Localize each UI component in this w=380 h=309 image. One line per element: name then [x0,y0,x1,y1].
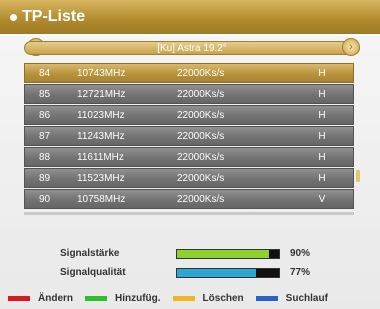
satellite-selector[interactable]: [Ku] Astra 19.2° [24,41,360,55]
legend-item[interactable]: Suchlauf [255,292,328,304]
green-key-icon [85,295,107,301]
transponder-frequency: 11611MHz [77,151,124,163]
page-title: TP-Liste [22,8,86,25]
transponder-frequency: 12721MHz [77,88,126,100]
transponder-symbol-rate: 22000Ks/s [177,151,225,163]
transponder-polarization: H [318,109,326,121]
transponder-polarization: H [318,88,326,100]
transponder-polarization: V [318,193,326,205]
legend-item[interactable]: Ändern [8,293,73,304]
satellite-name: [Ku] Astra 19.2° [157,42,227,54]
signal-quality-bar [176,268,280,278]
transponder-polarization: H [318,172,326,184]
transponder-polarization: H [318,151,326,163]
legend-label: Ändern [38,292,73,304]
legend-label: Suchlauf [285,292,328,304]
transponder-symbol-rate: 22000Ks/s [177,130,225,142]
transponder-number: 90 [39,193,51,205]
transponder-symbol-rate: 22000Ks/s [177,88,225,100]
transponder-row[interactable]: 88 11611MHz 22000Ks/s H [24,147,354,167]
transponder-number: 87 [39,130,51,142]
signal-strength-fill [177,250,269,258]
transponder-symbol-rate: 22000Ks/s [177,67,225,79]
transponder-row[interactable]: 90 10758MHz 22000Ks/s V [24,189,354,209]
yellow-key-icon [172,295,195,301]
transponder-row[interactable]: 84 10743MHz 22000Ks/s H [24,63,354,83]
transponder-frequency: 11243MHz [77,130,125,142]
legend-label: Löschen [202,292,244,304]
signal-quality-label: Signalqualität [60,267,126,278]
blue-key-icon [255,295,278,301]
legend-item[interactable]: Löschen [172,292,244,304]
signal-strength-value: 90% [290,248,311,259]
transponder-number: 85 [39,88,51,100]
scrollbar-thumb[interactable] [356,170,360,182]
transponder-row[interactable]: 86 11023MHz 22000Ks/s H [24,105,354,125]
transponder-number: 84 [39,67,51,79]
transponder-row[interactable]: 85 12721MHz 22000Ks/s H [24,84,354,104]
transponder-row[interactable]: 87 11243MHz 22000Ks/s H [24,126,354,146]
transponder-symbol-rate: 22000Ks/s [177,172,225,184]
transponder-number: 86 [39,109,51,121]
transponder-frequency: 11523MHz [77,172,125,184]
transponder-number: 89 [39,172,51,184]
legend-label: Hinzufüg. [115,292,161,304]
list-divider [24,212,354,215]
title-bullet-icon [10,13,17,21]
red-key-icon [8,295,30,301]
legend-item[interactable]: Hinzufüg. [85,293,161,304]
signal-quality-value: 77% [290,267,311,278]
signal-strength-bar [176,249,280,259]
transponder-number: 88 [39,151,51,163]
transponder-frequency: 11023MHz [77,109,125,121]
signal-quality-fill [177,269,256,277]
transponder-polarization: H [318,67,326,79]
transponder-frequency: 10758MHz [77,193,126,205]
transponder-polarization: H [318,130,326,142]
transponder-symbol-rate: 22000Ks/s [177,109,225,121]
transponder-row[interactable]: 89 11523MHz 22000Ks/s H [24,168,354,188]
transponder-symbol-rate: 22000Ks/s [177,193,225,205]
transponder-list: 84 10743MHz 22000Ks/s H 85 12721MHz 22000Ks/s H… [24,63,354,210]
transponder-frequency: 10743MHz [77,67,126,79]
tp-list-screen: TP-Liste ‹ [Ku] Astra 19.2° › 8410743MHz… [0,0,380,309]
title-bar: TP-Liste [0,0,380,36]
signal-strength-label: Signalstärke [60,248,120,259]
satellite-next-arrow-icon[interactable]: › [342,38,360,56]
color-key-legend: Ändern Hinzufüg. Löschen Suchlauf [0,287,380,309]
